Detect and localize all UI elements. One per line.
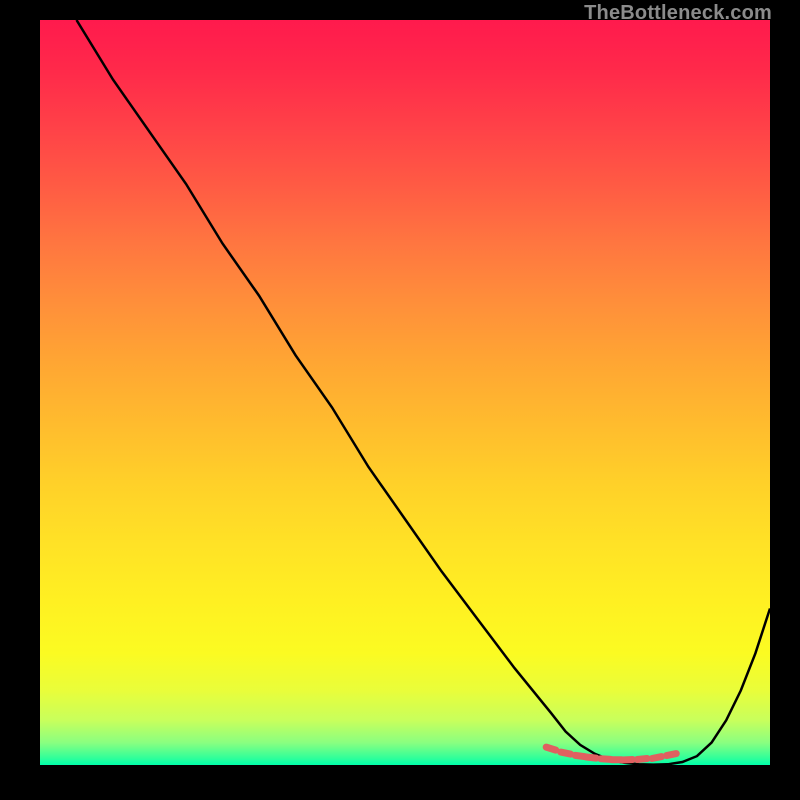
gradient-background [40,20,770,765]
chart-container: TheBottleneck.com [0,0,800,800]
plot-area [40,20,770,765]
